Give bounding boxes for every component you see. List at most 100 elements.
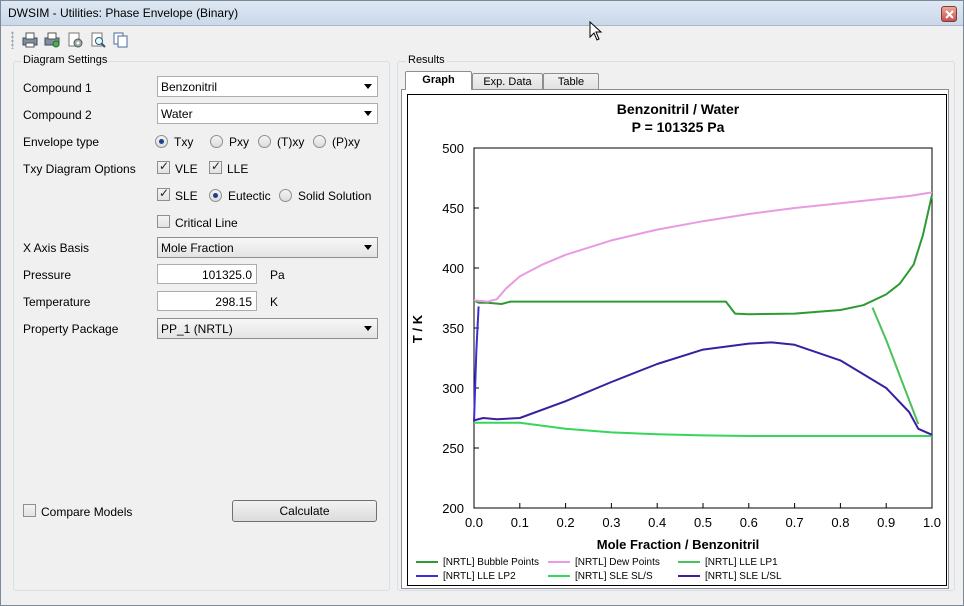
copy-button[interactable]: [111, 31, 129, 49]
chevron-down-icon: [364, 245, 372, 250]
legend-entry: [NRTL] LLE LP2: [443, 571, 516, 582]
chevron-down-icon: [364, 84, 372, 89]
compound2-select[interactable]: Water: [157, 103, 378, 124]
pressure-input[interactable]: 101325.0: [157, 264, 257, 284]
lle-label: LLE: [227, 162, 249, 176]
series-line: [474, 421, 932, 437]
chart-title: Benzonitril / Water: [617, 101, 740, 117]
eutectic-radio[interactable]: [209, 189, 222, 202]
x-tick-label: 0.4: [648, 515, 666, 530]
compound1-value: Benzonitril: [161, 80, 218, 94]
solid-solution-radio[interactable]: [279, 189, 292, 202]
compound2-value: Water: [161, 107, 193, 121]
toolbar: [1, 27, 963, 53]
x-tick-label: 0.6: [740, 515, 758, 530]
results-panel: Results Graph Exp. Data Table Benzonitri…: [397, 54, 955, 591]
lle-checkbox[interactable]: [209, 159, 222, 174]
y-tick-label: 500: [442, 141, 464, 156]
envelope-txy-label: Txy: [174, 135, 194, 149]
x-tick-label: 0.7: [786, 515, 804, 530]
tab-table[interactable]: Table: [543, 73, 599, 90]
temperature-label: Temperature: [23, 295, 91, 309]
plot-frame: [473, 147, 933, 509]
diagram-settings-panel: Diagram Settings Compound 1 Benzonitril …: [13, 54, 391, 591]
chevron-down-icon: [364, 111, 372, 116]
x-tick-label: 0.5: [694, 515, 712, 530]
print-icon: [22, 32, 38, 48]
phase-envelope-window: DWSIM - Utilities: Phase Envelope (Binar…: [0, 0, 964, 606]
y-tick-label: 400: [442, 261, 464, 276]
y-tick-label: 350: [442, 321, 464, 336]
sle-checkbox[interactable]: [157, 186, 170, 201]
chart-subtitle: P = 101325 Pa: [632, 119, 725, 135]
x-axis-basis-value: Mole Fraction: [161, 241, 234, 255]
calculate-button[interactable]: Calculate: [232, 500, 377, 522]
x-tick-label: 1.0: [923, 515, 941, 530]
x-tick-label: 0.8: [831, 515, 849, 530]
envelope-pxy-radio[interactable]: [210, 135, 223, 148]
property-package-value: PP_1 (NRTL): [161, 322, 233, 336]
solid-solution-label: Solid Solution: [298, 189, 372, 203]
copy-icon: [113, 32, 128, 48]
envelope-p-xy-label: (P)xy: [332, 135, 360, 149]
tab-exp-data[interactable]: Exp. Data: [472, 73, 543, 90]
print-button[interactable]: [21, 31, 39, 49]
mouse-cursor-icon: [589, 21, 603, 41]
critical-line-checkbox[interactable]: [157, 215, 170, 228]
envelope-pxy-label: Pxy: [229, 135, 250, 149]
print-preview-icon: [44, 32, 60, 48]
x-axis-label: Mole Fraction / Benzonitril: [597, 537, 760, 552]
legend-entry: [NRTL] Dew Points: [575, 557, 660, 568]
pressure-unit: Pa: [270, 268, 285, 282]
sle-label: SLE: [175, 189, 198, 203]
zoom-preview-icon: [91, 32, 106, 48]
compare-models-checkbox[interactable]: [23, 504, 36, 517]
compound2-label: Compound 2: [23, 108, 92, 122]
graph-tab-page: Benzonitril / Water P = 101325 Pa Mole F…: [401, 89, 949, 589]
property-package-select[interactable]: PP_1 (NRTL): [157, 318, 378, 339]
zoom-preview-button[interactable]: [89, 31, 107, 49]
legend-entry: [NRTL] SLE L/SL: [705, 571, 782, 582]
temperature-input[interactable]: 298.15: [157, 291, 257, 311]
tab-graph[interactable]: Graph: [405, 71, 472, 90]
x-tick-label: 0.3: [602, 515, 620, 530]
close-button[interactable]: [941, 6, 957, 22]
eutectic-label: Eutectic: [228, 189, 271, 203]
compound1-label: Compound 1: [23, 81, 92, 95]
vle-label: VLE: [175, 162, 198, 176]
legend-entry: [NRTL] Bubble Points: [443, 557, 539, 568]
x-axis-basis-select[interactable]: Mole Fraction: [157, 237, 378, 258]
title-bar: DWSIM - Utilities: Phase Envelope (Binar…: [1, 1, 963, 26]
x-axis-basis-label: X Axis Basis: [23, 241, 90, 255]
print-preview-button[interactable]: [43, 31, 61, 49]
compound1-select[interactable]: Benzonitril: [157, 76, 378, 97]
series-line: [473, 341, 933, 436]
pressure-label: Pressure: [23, 268, 72, 282]
diagram-settings-title: Diagram Settings: [21, 54, 110, 66]
results-title: Results: [406, 54, 447, 66]
close-icon: [945, 10, 954, 19]
series-line: [871, 307, 920, 425]
vle-checkbox[interactable]: [157, 159, 170, 174]
temperature-unit: K: [270, 295, 279, 309]
series-line: [473, 306, 480, 422]
chart-container[interactable]: Benzonitril / Water P = 101325 Pa Mole F…: [407, 94, 947, 586]
legend-entry: [NRTL] SLE SL/S: [575, 571, 653, 582]
phase-envelope-chart: Benzonitril / Water P = 101325 Pa Mole F…: [410, 101, 941, 582]
page-setup-button[interactable]: [66, 31, 84, 49]
envelope-t-xy-label: (T)xy: [277, 135, 305, 149]
chevron-down-icon: [364, 326, 372, 331]
y-tick-label: 450: [442, 201, 464, 216]
envelope-t-xy-radio[interactable]: [258, 135, 271, 148]
compare-models-label: Compare Models: [41, 505, 133, 519]
axis-ticks: 0.0 0.1 0.2 0.3 0.4 0.5 0.6 0.7 0.8 0.9 1.0 200 250 3…: [442, 141, 941, 530]
y-tick-label: 300: [442, 381, 464, 396]
property-package-label: Property Package: [23, 322, 119, 336]
envelope-p-xy-radio[interactable]: [313, 135, 326, 148]
x-tick-label: 0.1: [511, 515, 529, 530]
x-tick-label: 0.9: [877, 515, 895, 530]
envelope-txy-radio[interactable]: [155, 135, 168, 148]
txy-options-label: Txy Diagram Options: [23, 162, 136, 176]
series-line: [473, 194, 933, 316]
page-setup-icon: [68, 32, 83, 48]
